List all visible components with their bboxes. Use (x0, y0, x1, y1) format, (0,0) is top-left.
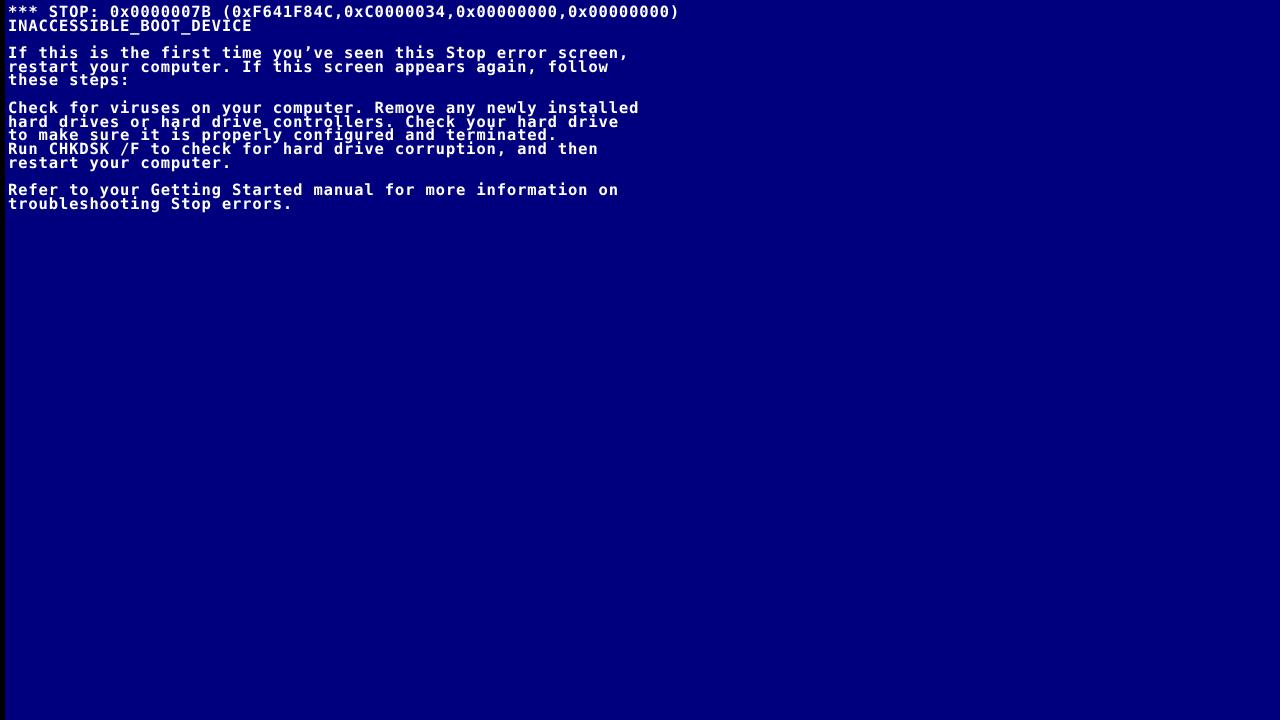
manual-reference-line-2: troubleshooting Stop errors. (8, 194, 294, 213)
left-edge-black-bar (0, 0, 5, 720)
first-time-advice-line-2: restart your computer. If this screen ap… (8, 57, 609, 76)
bugcheck-name-line: INACCESSIBLE_BOOT_DEVICE (8, 16, 253, 35)
first-time-advice-line-3: these steps: (8, 71, 131, 90)
stop-error-text-block: *** STOP: 0x0000007B (0xF641F84C,0xC0000… (8, 4, 1272, 213)
troubleshooting-steps-line-5: restart your computer. (8, 153, 232, 172)
stop-error-screen: *** STOP: 0x0000007B (0xF641F84C,0xC0000… (0, 0, 1280, 720)
